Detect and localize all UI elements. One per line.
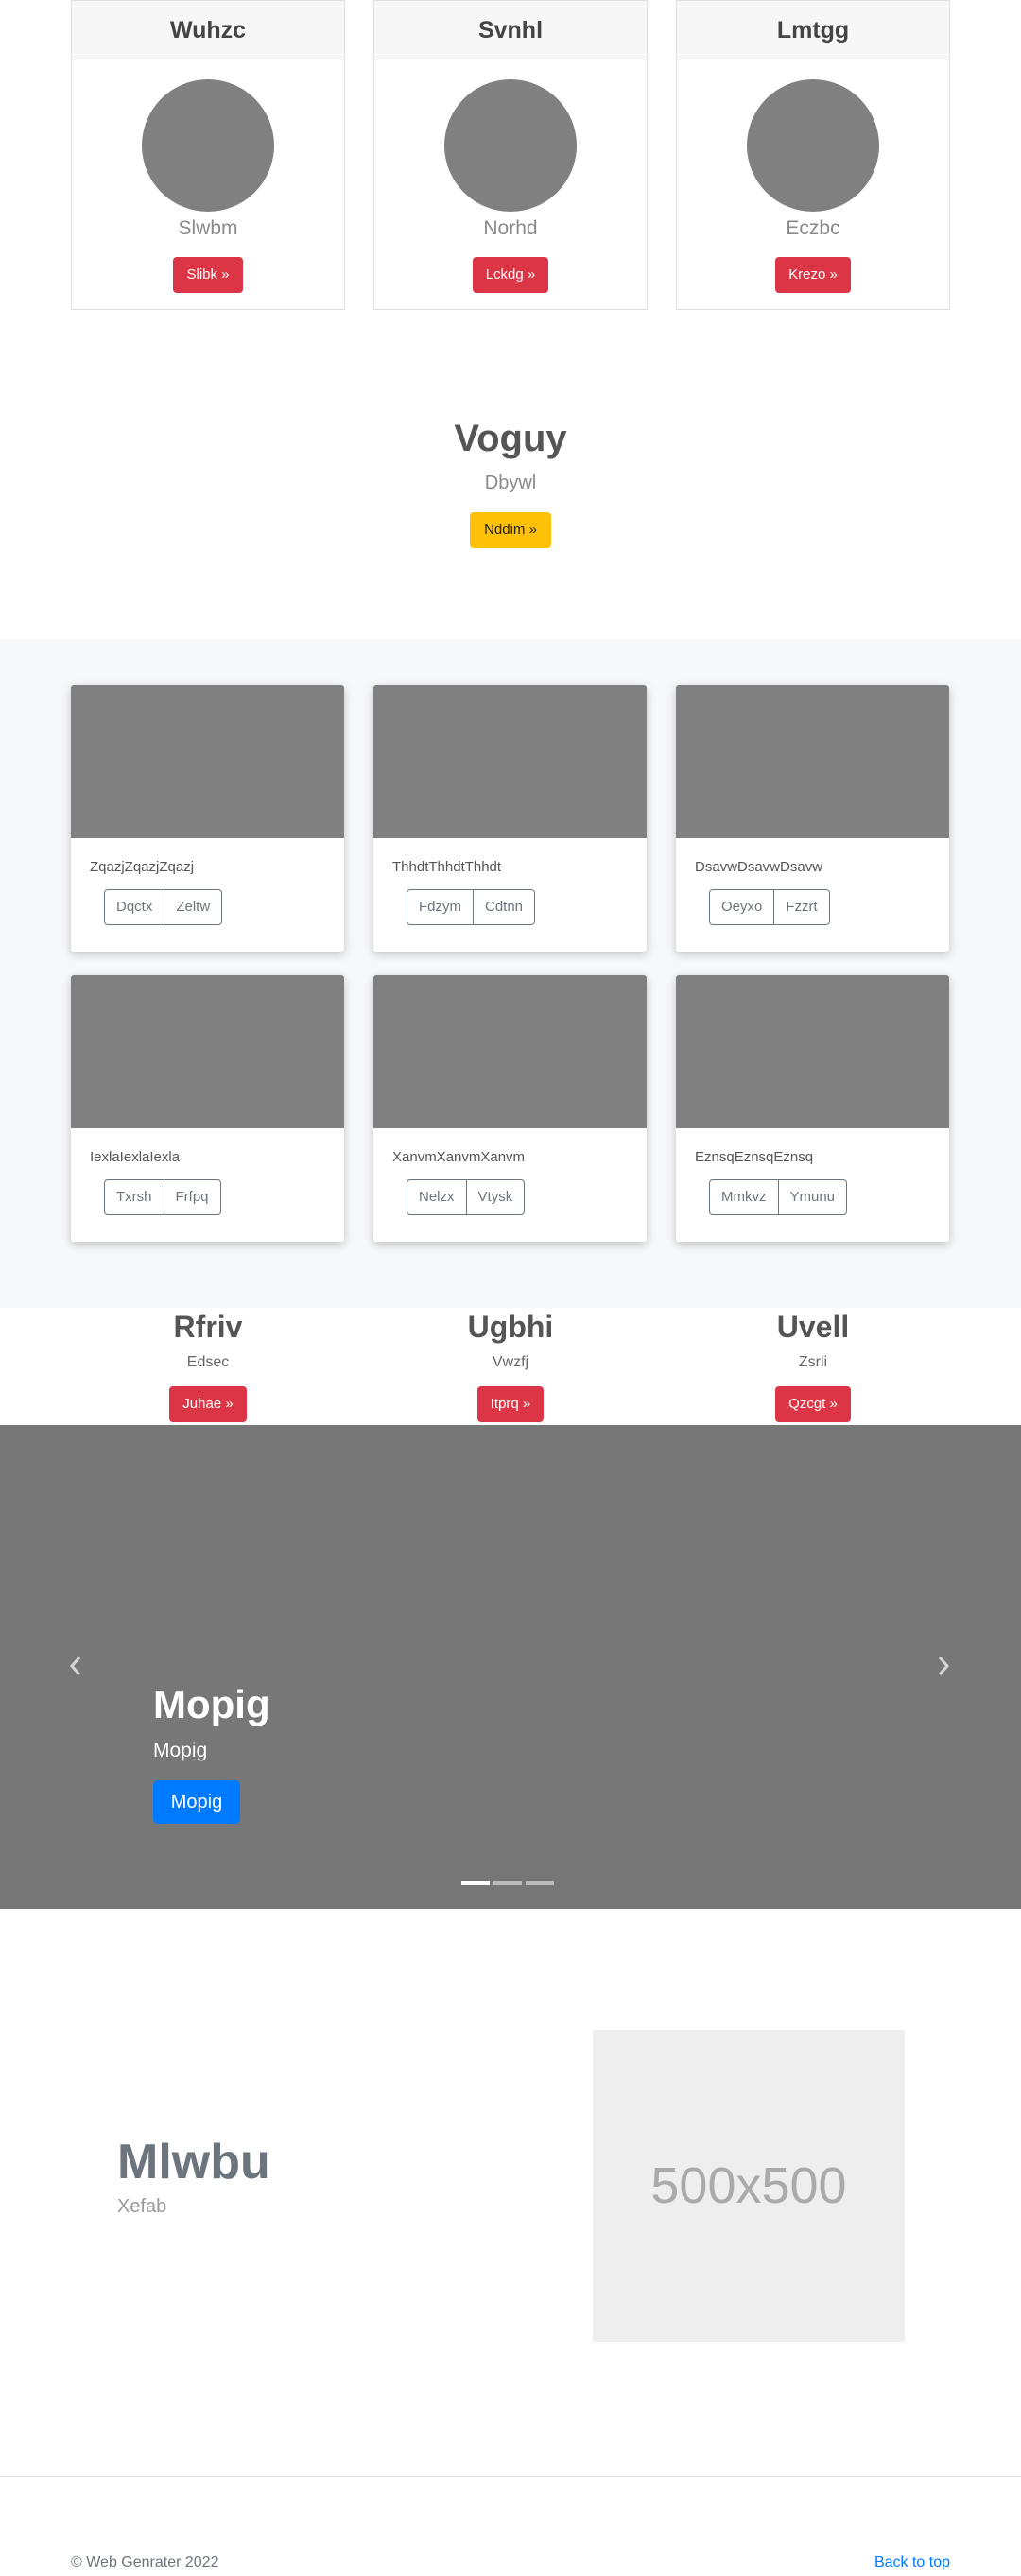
avatar	[444, 79, 577, 212]
profile-card-subtitle: Slwbm	[178, 217, 238, 239]
profile-card-title: Wuhzc	[72, 1, 344, 60]
back-to-top-link[interactable]: Back to top	[874, 2554, 950, 2571]
feature-title: Mlwbu	[117, 2135, 270, 2190]
card-button-view[interactable]: Dqctx	[104, 889, 165, 925]
card-image-placeholder	[676, 975, 949, 1128]
card-button-group: Dqctx Zeltw	[104, 889, 344, 925]
grid-card: XanvmXanvmXanvm Nelzx Vtysk	[373, 975, 647, 1242]
card-image-placeholder	[373, 685, 647, 838]
grid-card: ThhdtThhdtThhdt Fdzym Cdtnn	[373, 685, 647, 952]
card-image-placeholder	[373, 975, 647, 1128]
card-button-group: Mmkvz Ymunu	[709, 1179, 949, 1215]
card-image-placeholder	[71, 685, 344, 838]
carousel: Mopig Mopig Mopig	[0, 1425, 1021, 1909]
card-button-edit[interactable]: Vtysk	[465, 1179, 526, 1215]
card-button-edit[interactable]: Cdtnn	[473, 889, 536, 925]
hero-section: Voguy Dbywl Nddim »	[0, 312, 1021, 638]
feature-section: Mlwbu Xefab 500x500	[0, 1909, 1021, 2476]
carousel-subtitle: Mopig	[153, 1740, 208, 1761]
profile-card-button[interactable]: Slibk »	[173, 257, 243, 293]
grid-card: DsavwDsavwDsavw Oeyxo Fzzrt	[676, 685, 949, 952]
hero-title: Voguy	[454, 418, 567, 459]
carousel-indicator[interactable]	[493, 1881, 522, 1885]
column-subtitle: Zsrli	[798, 1354, 828, 1370]
carousel-indicators	[461, 1881, 558, 1885]
column: Uvell Zsrli Qzcgt »	[671, 1308, 955, 1422]
card-grid-section: ZqazjZqazjZqazj Dqctx Zeltw ThhdtThhdtTh…	[0, 639, 1021, 1308]
carousel-button[interactable]: Mopig	[153, 1780, 240, 1824]
column-button[interactable]: Itprq »	[476, 1386, 545, 1422]
chevron-right-icon	[938, 1657, 950, 1675]
profile-card-title: Svnhl	[374, 1, 647, 60]
columns-section: Rfriv Edsec Juhae » Ugbhi Vwzfj Itprq » …	[0, 1308, 1021, 1425]
card-button-view[interactable]: Oeyxo	[709, 889, 775, 925]
column-title: Uvell	[776, 1310, 850, 1344]
card-text: XanvmXanvmXanvm	[392, 1149, 526, 1165]
card-button-group: Fdzym Cdtnn	[407, 889, 647, 925]
carousel-indicator[interactable]	[526, 1881, 554, 1885]
card-button-edit[interactable]: Frfpq	[163, 1179, 221, 1215]
card-button-edit[interactable]: Fzzrt	[773, 889, 830, 925]
grid-card: EznsqEznsqEznsq Mmkvz Ymunu	[676, 975, 949, 1242]
avatar	[142, 79, 274, 212]
column-title: Rfriv	[173, 1310, 243, 1344]
card-button-group: Oeyxo Fzzrt	[709, 889, 949, 925]
hero-button[interactable]: Nddim »	[470, 512, 551, 548]
profile-card: Svnhl Norhd Lckdg »	[373, 0, 648, 310]
card-text: DsavwDsavwDsavw	[695, 859, 823, 875]
card-button-edit[interactable]: Ymunu	[777, 1179, 848, 1215]
card-button-view[interactable]: Fdzym	[407, 889, 474, 925]
profile-card: Wuhzc Slwbm Slibk »	[71, 0, 345, 310]
card-image-placeholder	[676, 685, 949, 838]
card-text: IexlaIexlaIexla	[90, 1149, 181, 1165]
feature-image-placeholder: 500x500	[593, 2030, 905, 2342]
card-button-group: Txrsh Frfpq	[104, 1179, 344, 1215]
card-button-view[interactable]: Mmkvz	[709, 1179, 779, 1215]
grid-card: IexlaIexlaIexla Txrsh Frfpq	[71, 975, 344, 1242]
card-text: EznsqEznsqEznsq	[695, 1149, 814, 1165]
card-button-view[interactable]: Nelzx	[407, 1179, 467, 1215]
card-button-group: Nelzx Vtysk	[407, 1179, 647, 1215]
column-title: Ugbhi	[467, 1310, 554, 1344]
carousel-prev-button[interactable]	[61, 1652, 90, 1680]
column: Rfriv Edsec Juhae »	[66, 1308, 350, 1422]
chevron-left-icon	[69, 1657, 81, 1675]
profile-cards-section: Wuhzc Slwbm Slibk » Svnhl Norhd Lckdg » …	[71, 0, 950, 312]
footer-copyright: © Web Genrater 2022	[71, 2554, 219, 2570]
profile-card-title: Lmtgg	[677, 1, 949, 60]
column: Ugbhi Vwzfj Itprq »	[369, 1308, 652, 1422]
profile-card: Lmtgg Eczbc Krezo »	[676, 0, 950, 310]
column-subtitle: Edsec	[186, 1354, 230, 1370]
footer: © Web Genrater 2022 Back to top	[0, 2476, 1021, 2576]
profile-card-subtitle: Eczbc	[786, 217, 840, 239]
card-image-placeholder	[71, 975, 344, 1128]
profile-card-button[interactable]: Lckdg »	[472, 257, 549, 293]
card-text: ThhdtThhdtThhdt	[392, 859, 502, 875]
column-button[interactable]: Qzcgt »	[775, 1386, 851, 1422]
column-subtitle: Vwzfj	[492, 1354, 529, 1370]
profile-card-subtitle: Norhd	[483, 217, 538, 239]
carousel-next-button[interactable]	[929, 1652, 958, 1680]
avatar	[747, 79, 879, 212]
grid-card: ZqazjZqazjZqazj Dqctx Zeltw	[71, 685, 344, 952]
hero-subtitle: Dbywl	[484, 472, 537, 493]
carousel-title: Mopig	[153, 1682, 270, 1726]
card-text: ZqazjZqazjZqazj	[90, 859, 195, 875]
column-button[interactable]: Juhae »	[169, 1386, 247, 1422]
carousel-indicator[interactable]	[461, 1881, 490, 1885]
card-button-edit[interactable]: Zeltw	[164, 889, 223, 925]
feature-subtitle: Xefab	[117, 2196, 167, 2217]
profile-card-button[interactable]: Krezo »	[775, 257, 851, 293]
card-button-view[interactable]: Txrsh	[104, 1179, 164, 1215]
